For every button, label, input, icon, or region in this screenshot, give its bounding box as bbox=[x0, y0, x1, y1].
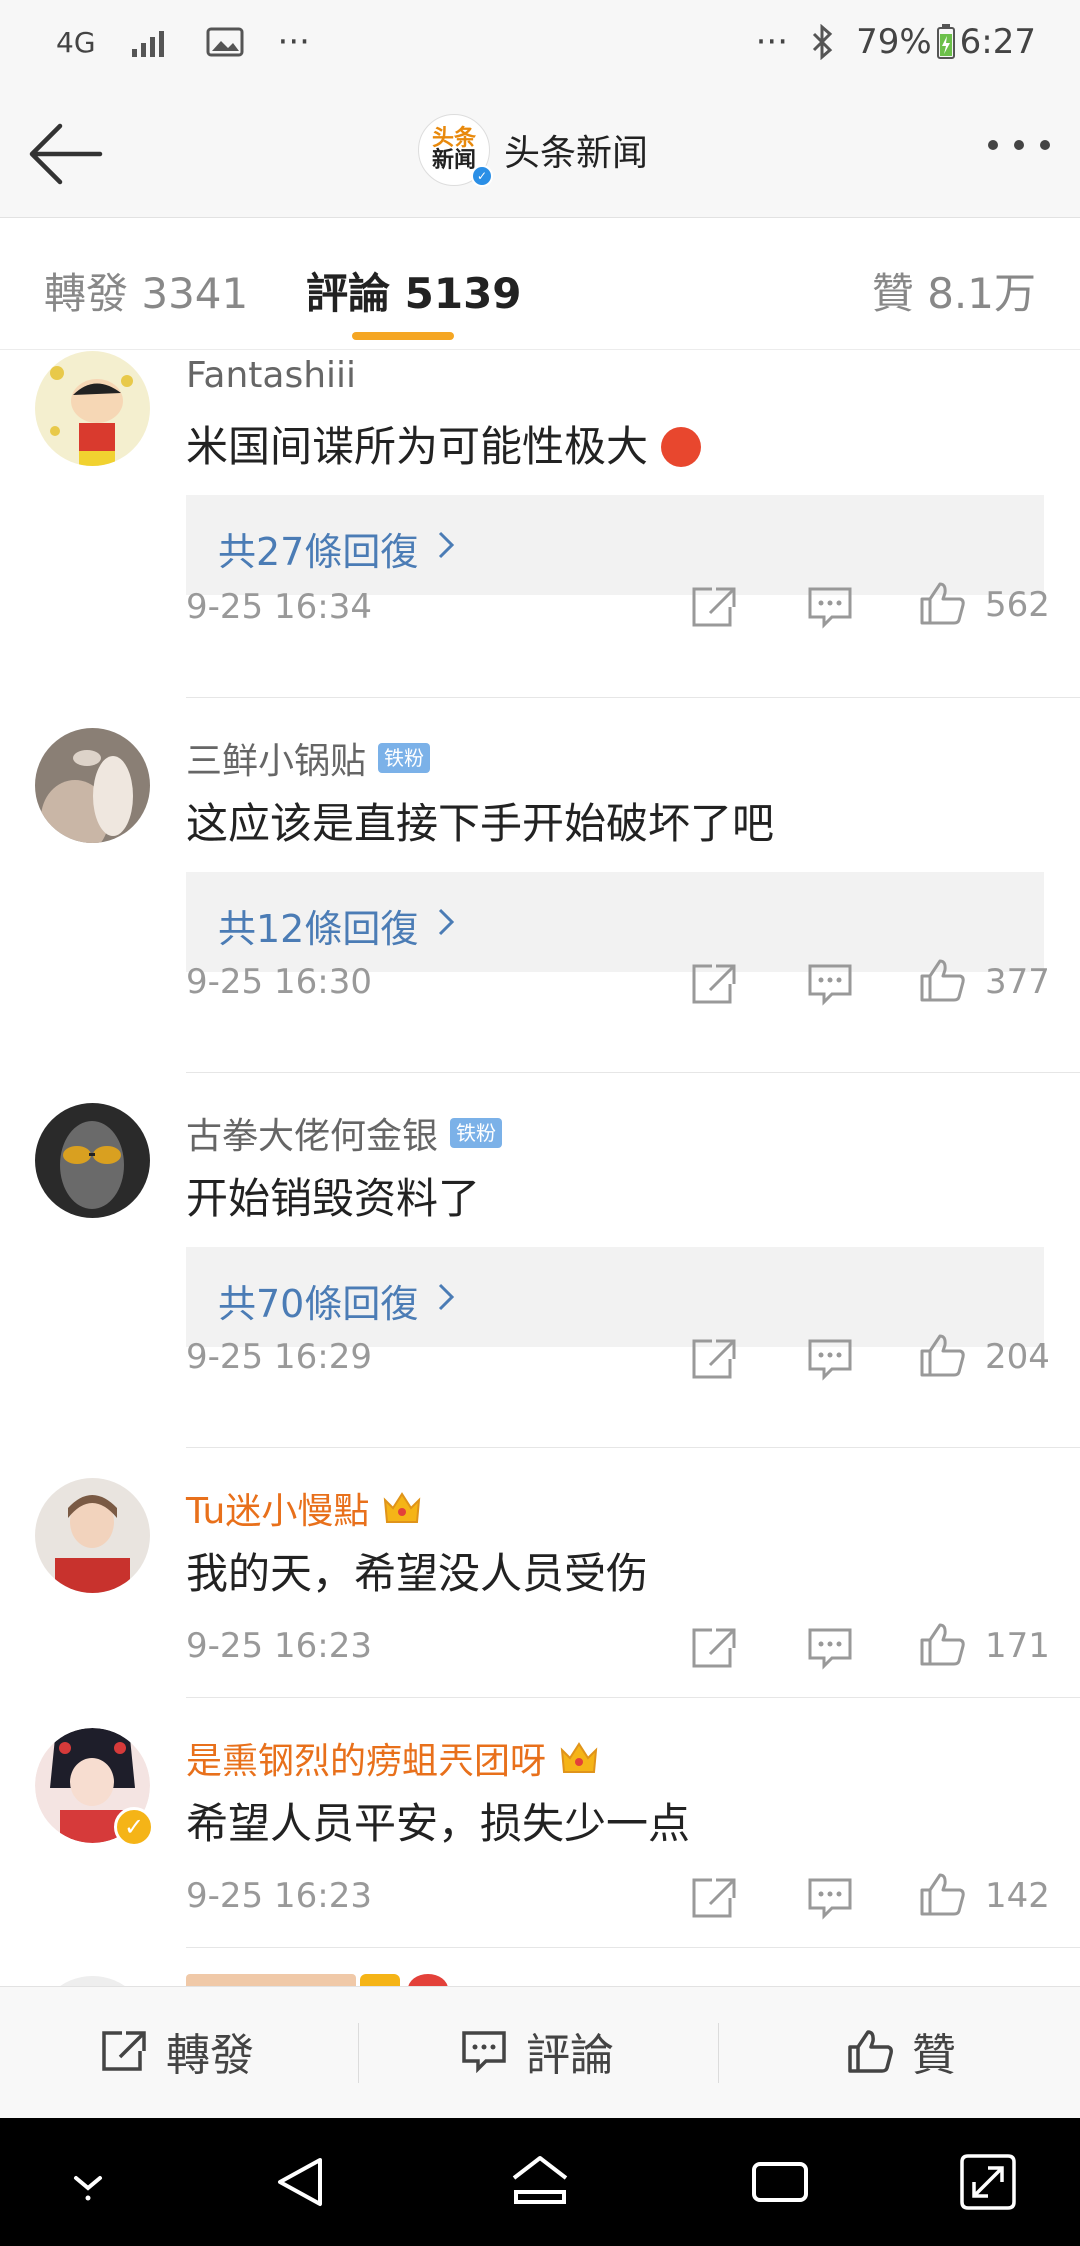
battery-charging-icon bbox=[936, 24, 955, 59]
comment-text: 开始销毁资料了 bbox=[186, 1174, 481, 1223]
comment-username[interactable]: Fantashiii bbox=[186, 355, 356, 396]
comment-time: 9-25 16:30 bbox=[186, 962, 372, 1002]
like-icon[interactable] bbox=[918, 1622, 966, 1666]
avatar[interactable]: ✓ bbox=[35, 1728, 154, 1847]
fan-badge: 铁粉 bbox=[378, 743, 431, 773]
comment-icon[interactable] bbox=[806, 1876, 854, 1920]
like-icon[interactable] bbox=[918, 1872, 966, 1916]
hide-keyboard-icon[interactable] bbox=[56, 2152, 120, 2212]
back-nav-icon[interactable] bbox=[270, 2152, 334, 2212]
avatar[interactable] bbox=[35, 351, 150, 466]
like-icon bbox=[848, 2030, 893, 2073]
chevron-right-icon bbox=[438, 1283, 455, 1311]
comment-time: 9-25 16:34 bbox=[186, 587, 372, 627]
angry-emoji-icon bbox=[661, 427, 702, 467]
header: 头条 新闻 ✓ 头条新闻 bbox=[0, 90, 1080, 218]
like-count: 171 bbox=[985, 1626, 1050, 1666]
more-status-icon: ··· bbox=[755, 22, 789, 62]
verified-icon: ✓ bbox=[114, 1807, 154, 1847]
verified-icon: ✓ bbox=[471, 165, 493, 187]
bottom-action-bar: 轉發 評論 贊 bbox=[0, 1986, 1080, 2118]
next-comment-peek bbox=[0, 1962, 1080, 1986]
comment-time: 9-25 16:23 bbox=[186, 1626, 372, 1666]
comment-icon bbox=[462, 2031, 506, 2073]
comment-username[interactable]: Tu迷小慢點 bbox=[186, 1482, 423, 1534]
system-nav-bar bbox=[0, 2118, 1080, 2246]
comment-icon[interactable] bbox=[806, 1337, 854, 1381]
share-icon[interactable] bbox=[690, 962, 738, 1006]
more-notifications-icon: ··· bbox=[277, 22, 310, 62]
comment-text: 这应该是直接下手开始破坏了吧 bbox=[186, 799, 775, 848]
more-icon[interactable] bbox=[988, 140, 1050, 150]
like-icon[interactable] bbox=[918, 958, 966, 1002]
comment-button[interactable]: 評論 bbox=[460, 2019, 614, 2083]
like-icon[interactable] bbox=[918, 581, 966, 625]
avatar[interactable] bbox=[35, 1478, 150, 1593]
avatar[interactable] bbox=[35, 728, 150, 843]
repost-button[interactable]: 轉發 bbox=[100, 2019, 254, 2083]
comment-item: 古拳大佬何金银 铁粉 开始销毁资料了 共70條回復 9-25 16:29 204 bbox=[0, 1073, 1080, 1448]
crown-icon bbox=[560, 1742, 598, 1773]
comment-icon[interactable] bbox=[806, 962, 854, 1006]
chevron-right-icon bbox=[438, 531, 455, 559]
share-icon[interactable] bbox=[690, 1626, 738, 1670]
share-icon[interactable] bbox=[690, 1876, 738, 1920]
tab-likes[interactable]: 贊 8.1万 bbox=[872, 260, 1036, 321]
share-icon[interactable] bbox=[690, 585, 738, 629]
tab-comments[interactable]: 評論 5139 bbox=[306, 260, 522, 321]
tab-repost[interactable]: 轉發 3341 bbox=[44, 260, 248, 321]
like-count: 377 bbox=[985, 962, 1050, 1002]
back-arrow-icon bbox=[29, 123, 103, 185]
comment-text: 希望人员平安，损失少一点 bbox=[186, 1799, 691, 1848]
comment-icon[interactable] bbox=[806, 585, 854, 629]
active-tab-indicator bbox=[352, 332, 454, 340]
like-button[interactable]: 贊 bbox=[846, 2019, 956, 2083]
network-4g-icon: 4G bbox=[56, 25, 96, 59]
comment-username[interactable]: 是熏钢烈的痨蛆兲团呀 bbox=[186, 1732, 600, 1784]
share-icon bbox=[102, 2031, 146, 2071]
page-title: 头条新闻 bbox=[504, 133, 649, 174]
bluetooth-icon bbox=[813, 24, 833, 60]
comment-item: Tu迷小慢點 我的天，希望没人员受伤 9-25 16:23 171 bbox=[0, 1448, 1080, 1698]
comment-username[interactable]: 三鲜小锅贴 铁粉 bbox=[186, 732, 431, 784]
comment-item: Fantashiii 米国间谍所为可能性极大 共27條回復 9-25 16:34… bbox=[0, 351, 1080, 698]
comment-item: 三鲜小锅贴 铁粉 这应该是直接下手开始破坏了吧 共12條回復 9-25 16:3… bbox=[0, 698, 1080, 1073]
like-count: 204 bbox=[985, 1337, 1050, 1377]
comment-username[interactable]: 古拳大佬何金银 铁粉 bbox=[186, 1107, 503, 1159]
comment-text: 我的天，希望没人员受伤 bbox=[186, 1549, 649, 1598]
account-title[interactable]: 头条 新闻 ✓ 头条新闻 bbox=[418, 114, 649, 187]
replies-link[interactable]: 共12條回復 bbox=[186, 872, 1044, 972]
signal-icon bbox=[131, 31, 164, 57]
comment-time: 9-25 16:23 bbox=[186, 1876, 372, 1916]
replies-link[interactable]: 共27條回復 bbox=[186, 495, 1044, 595]
crown-icon bbox=[384, 1492, 421, 1523]
status-bar: 4G ··· ··· 79% 6:27 bbox=[0, 0, 1080, 90]
replies-link[interactable]: 共70條回復 bbox=[186, 1247, 1044, 1347]
image-notification-icon bbox=[206, 27, 244, 57]
expand-icon[interactable] bbox=[956, 2152, 1020, 2212]
comment-time: 9-25 16:29 bbox=[186, 1337, 372, 1377]
avatar[interactable] bbox=[35, 1103, 150, 1218]
comment-icon[interactable] bbox=[806, 1626, 854, 1670]
like-count: 142 bbox=[985, 1876, 1050, 1916]
fan-badge: 铁粉 bbox=[450, 1118, 503, 1148]
like-icon[interactable] bbox=[918, 1333, 966, 1377]
share-icon[interactable] bbox=[690, 1337, 738, 1381]
comment-text: 米国间谍所为可能性极大 bbox=[186, 413, 702, 474]
battery-percent: 79% bbox=[856, 22, 932, 62]
comment-item: ✓ 是熏钢烈的痨蛆兲团呀 希望人员平安，损失少一点 9-25 16:23 142 bbox=[0, 1698, 1080, 1948]
clock: 6:27 bbox=[959, 22, 1036, 62]
like-count: 562 bbox=[985, 585, 1050, 625]
tab-bar: 轉發 3341 評論 5139 贊 8.1万 bbox=[0, 218, 1080, 350]
home-nav-icon[interactable] bbox=[508, 2152, 572, 2212]
chevron-right-icon bbox=[438, 908, 455, 936]
account-logo: 头条 新闻 ✓ bbox=[418, 114, 493, 187]
recents-nav-icon[interactable] bbox=[748, 2152, 812, 2212]
back-button[interactable] bbox=[28, 120, 104, 188]
